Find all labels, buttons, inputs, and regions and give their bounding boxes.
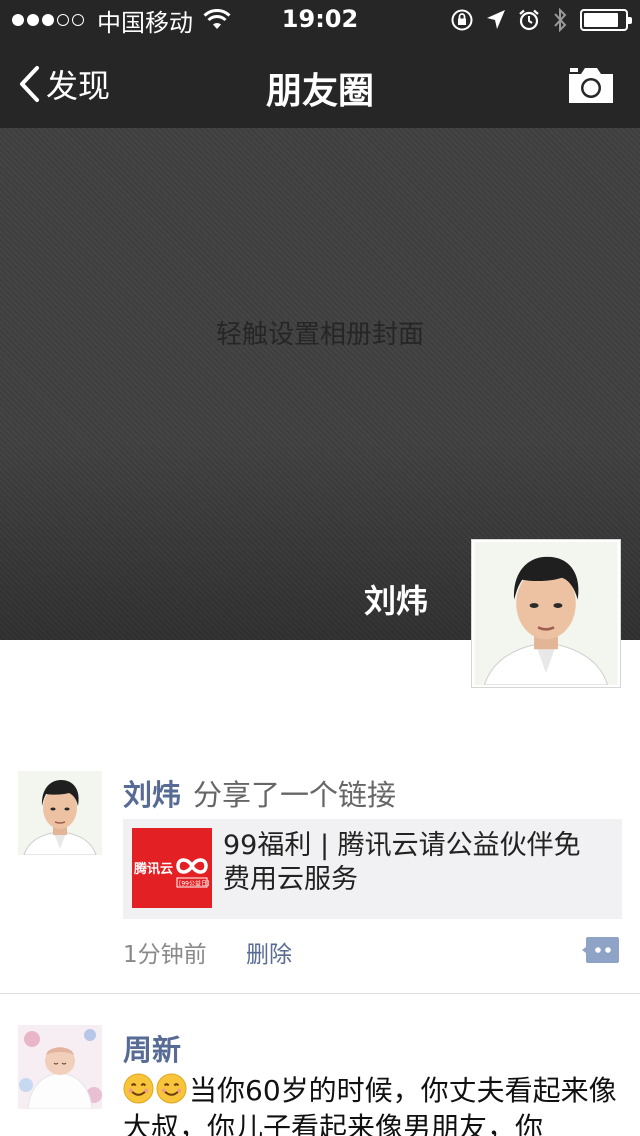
alarm-icon <box>519 9 539 31</box>
post-author-name[interactable]: 刘炜 <box>123 778 181 812</box>
post-text: 当你60岁的时候，你丈夫看起来像大叔，你儿子看起来像男朋友，你 <box>123 1072 623 1136</box>
link-title: 99福利 | 腾讯云请公益伙伴免费用云服务 <box>223 830 581 895</box>
post-action-text: 分享了一个链接 <box>193 778 397 812</box>
nav-bar: 发现 朋友圈 <box>0 40 640 128</box>
camera-icon[interactable] <box>568 64 614 104</box>
top-bar: 中国移动 19:02 发现 朋友圈 <box>0 0 640 128</box>
back-label: 发现 <box>46 67 111 105</box>
post-text-content: 当你60岁的时候，你丈夫看起来像大叔，你儿子看起来像男朋友，你 <box>123 1074 617 1136</box>
profile-avatar[interactable] <box>471 539 621 688</box>
cover-hint: 轻触设置相册封面 <box>215 320 424 350</box>
thumb-badge-text: [99公益日] <box>179 880 209 888</box>
comment-icon[interactable] <box>582 936 620 964</box>
smile-emoji-icon <box>123 1073 154 1104</box>
chevron-left-icon <box>20 66 39 102</box>
post-author-line: 刘炜 分享了一个链接 <box>123 772 396 814</box>
smile-emoji-icon <box>156 1073 187 1104</box>
post-author-avatar[interactable] <box>18 771 102 855</box>
location-arrow-icon <box>487 10 505 29</box>
thumb-brand-text: 腾讯云 <box>133 861 173 877</box>
delete-button[interactable]: 删除 <box>246 935 292 969</box>
shared-link-card[interactable]: 腾讯云 [99公益日] 99福利 | 腾讯云请公益伙伴免费用云服务 <box>123 819 622 919</box>
status-right <box>438 6 632 34</box>
battery-icon <box>580 9 632 31</box>
link-thumbnail: 腾讯云 [99公益日] <box>132 828 212 908</box>
post-time: 1分钟前 <box>123 942 207 968</box>
post-divider <box>0 993 640 994</box>
bluetooth-icon <box>554 7 567 33</box>
post-author-avatar[interactable] <box>18 1025 102 1109</box>
cover-user-name: 刘炜 <box>363 582 428 620</box>
rotation-lock-icon <box>451 9 473 31</box>
back-button[interactable]: 发现 <box>18 62 110 106</box>
post-author-name[interactable]: 周新 <box>123 1027 181 1069</box>
status-bar: 中国移动 19:02 <box>0 0 640 40</box>
